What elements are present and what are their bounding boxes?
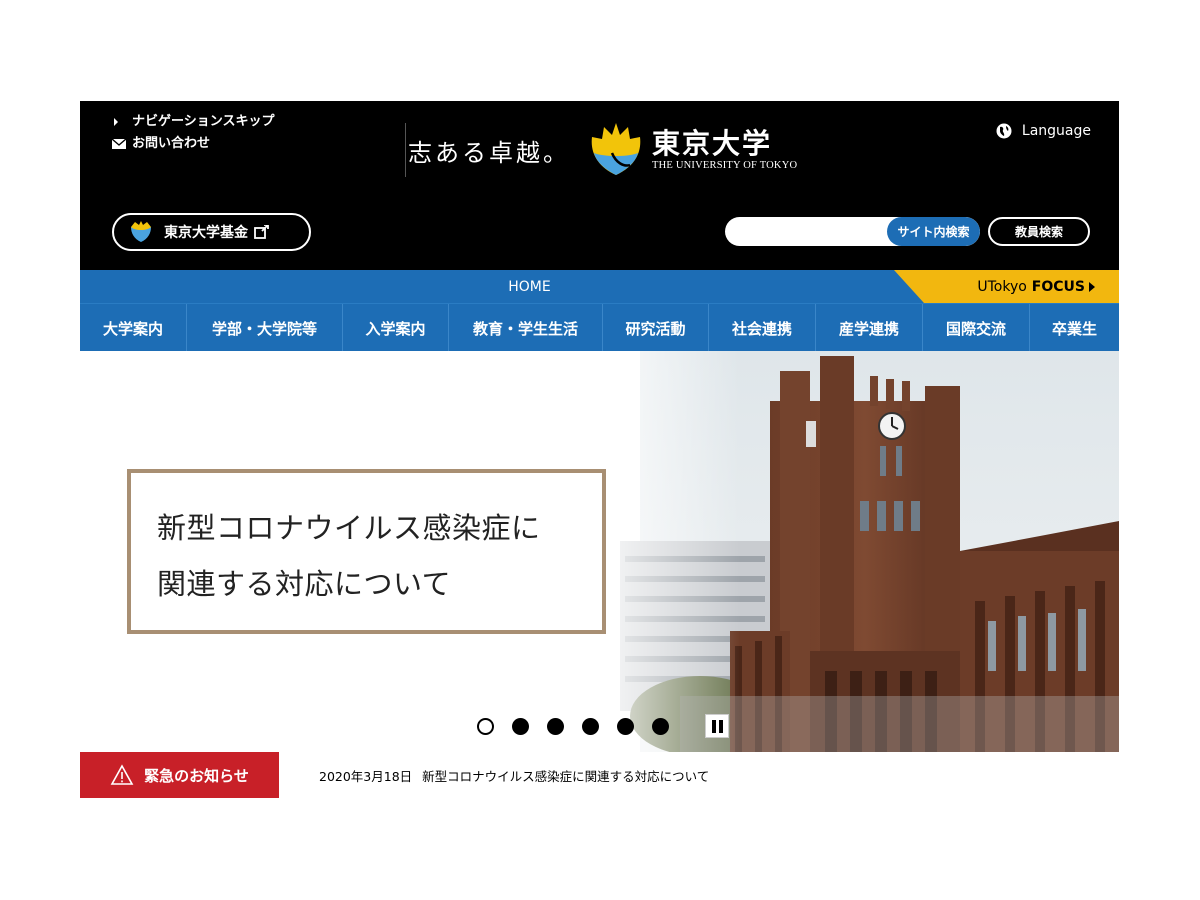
nav-item-education[interactable]: 教育・学生生活 (449, 304, 603, 352)
hero-headline-box[interactable]: 新型コロナウイルス感染症に 関連する対応について (127, 469, 606, 634)
home-bar: HOME UTokyo FOCUS (80, 270, 1119, 303)
slider-pause-button[interactable] (705, 714, 729, 738)
emergency-news-link[interactable]: 2020年3月18日 新型コロナウイルス感染症に関連する対応について (319, 766, 709, 785)
motto: 志ある卓越。 (408, 138, 570, 167)
language-switch[interactable]: Language (996, 123, 1091, 139)
site-search-button[interactable]: サイト内検索 (887, 217, 980, 246)
brand-area[interactable]: 志ある卓越。 東京大学 THE UNIVERSITY OF TOKYO (405, 123, 797, 177)
ginkgo-logo-icon (591, 123, 641, 175)
emergency-label: 緊急のお知らせ (80, 752, 279, 798)
nav-item-industry[interactable]: 産学連携 (816, 304, 923, 352)
caret-right-icon (112, 117, 132, 127)
language-label: Language (1021, 123, 1091, 139)
search-input[interactable] (725, 217, 887, 246)
emergency-label-text: 緊急のお知らせ (144, 766, 249, 785)
slide-dot-5[interactable] (617, 717, 634, 735)
nav-item-faculties[interactable]: 学部・大学院等 (187, 304, 343, 352)
focus-bold: FOCUS (1031, 278, 1085, 295)
slide-dot-6[interactable] (652, 717, 669, 735)
contact-link[interactable]: お問い合わせ (112, 133, 274, 155)
utility-links: ナビゲーションスキップ お問い合わせ (112, 111, 274, 155)
skip-nav-link[interactable]: ナビゲーションスキップ (112, 111, 274, 133)
slide-dot-1[interactable] (477, 717, 494, 735)
slider-controls-band (680, 696, 1119, 752)
site: ナビゲーションスキップ お問い合わせ 志ある卓越。 東京大学 THE UNIVE… (80, 101, 1119, 798)
external-link-icon (254, 225, 269, 239)
slider-dots (477, 714, 729, 738)
slide-dot-4[interactable] (582, 717, 599, 735)
emergency-text: 新型コロナウイルス感染症に関連する対応について (422, 768, 710, 784)
brand-divider (405, 123, 406, 177)
nav-item-international[interactable]: 国際交流 (923, 304, 1030, 352)
nav-item-social[interactable]: 社会連携 (709, 304, 816, 352)
focus-prefix: UTokyo (977, 278, 1027, 295)
pause-icon (718, 719, 723, 733)
globe-icon (996, 123, 1012, 139)
hero-headline-line2: 関連する対応について (157, 567, 452, 601)
logo-japanese: 東京大学 (652, 127, 773, 160)
emergency-date: 2020年3月18日 (319, 768, 413, 784)
emergency-notice: 緊急のお知らせ 2020年3月18日 新型コロナウイルス感染症に関連する対応につ… (80, 752, 1119, 798)
main-nav: 大学案内 学部・大学院等 入学案内 教育・学生生活 研究活動 社会連携 産学連携… (80, 303, 1119, 352)
nav-item-research[interactable]: 研究活動 (603, 304, 709, 352)
logo-wordmark: 東京大学 THE UNIVERSITY OF TOKYO (652, 128, 797, 172)
site-header: ナビゲーションスキップ お問い合わせ 志ある卓越。 東京大学 THE UNIVE… (80, 101, 1119, 270)
slide-dot-2[interactable] (512, 717, 529, 735)
site-search: サイト内検索 (725, 217, 980, 246)
fund-label: 東京大学基金 (164, 225, 248, 241)
utokyo-focus-link[interactable]: UTokyo FOCUS (894, 270, 1119, 303)
nav-item-alumni[interactable]: 卒業生 (1030, 304, 1119, 352)
nav-item-about[interactable]: 大学案内 (80, 304, 187, 352)
pause-icon (711, 719, 716, 733)
nav-item-admissions[interactable]: 入学案内 (343, 304, 449, 352)
home-link[interactable]: HOME (80, 270, 979, 303)
logo-english: THE UNIVERSITY OF TOKYO (652, 160, 798, 171)
contact-label: お問い合わせ (132, 136, 211, 151)
faculty-search-button[interactable]: 教員検索 (988, 217, 1090, 246)
skip-nav-label: ナビゲーションスキップ (132, 114, 275, 129)
fund-logo-icon (131, 221, 151, 242)
hero-slider: 新型コロナウイルス感染症に 関連する対応について (80, 351, 1119, 752)
utokyo-fund-button[interactable]: 東京大学基金 (112, 213, 311, 251)
mail-icon (112, 139, 132, 149)
hero-headline-line1: 新型コロナウイルス感染症に (157, 511, 541, 545)
caret-right-icon (1089, 282, 1095, 292)
warning-icon (110, 764, 134, 785)
slide-dot-3[interactable] (547, 717, 564, 735)
